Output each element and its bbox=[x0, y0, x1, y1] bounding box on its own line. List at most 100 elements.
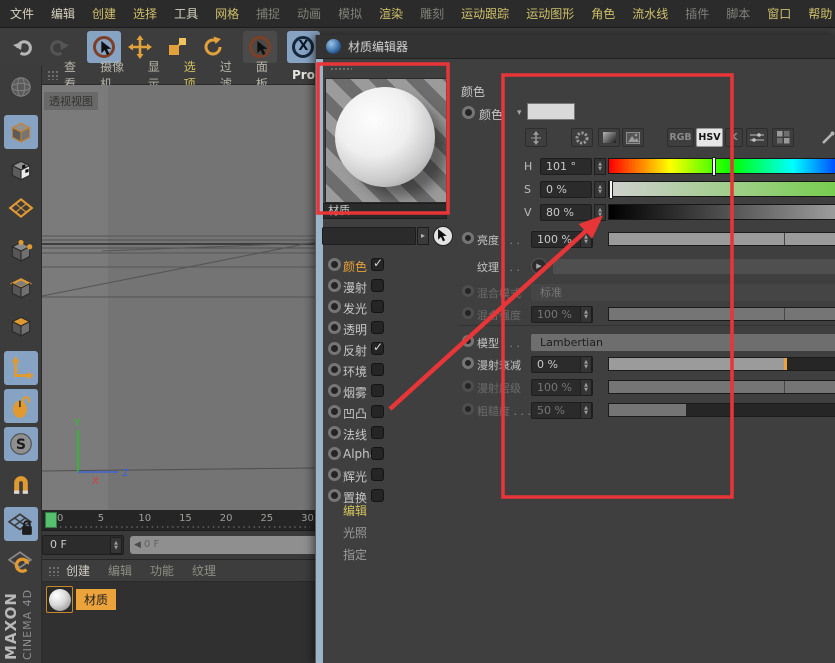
menu-item[interactable]: 帮助 bbox=[808, 5, 832, 22]
grip-handle[interactable] bbox=[330, 63, 352, 71]
channel-checkbox[interactable] bbox=[371, 363, 384, 376]
menu-item[interactable]: 文件 bbox=[10, 5, 34, 22]
channel-label[interactable]: 反射 bbox=[343, 342, 367, 359]
saturation-spinner[interactable]: ▲▼ bbox=[594, 181, 606, 198]
grip-handle[interactable] bbox=[47, 70, 59, 80]
channel-checkbox[interactable] bbox=[371, 384, 384, 397]
grip-handle[interactable] bbox=[48, 566, 60, 576]
menu-item[interactable]: 动画 bbox=[297, 5, 321, 22]
mix-mode-radio[interactable] bbox=[462, 285, 474, 297]
menu-item[interactable]: 脚本 bbox=[726, 5, 750, 22]
channel-label[interactable]: 环境 bbox=[343, 363, 367, 380]
texture-field[interactable] bbox=[553, 259, 835, 274]
material-thumbnail[interactable] bbox=[46, 586, 73, 613]
workplane-lock-button[interactable] bbox=[4, 507, 38, 541]
perspective-viewport[interactable]: Y Z X 透视视图 bbox=[42, 85, 315, 510]
axis-mode-button[interactable] bbox=[4, 351, 38, 385]
snap-button[interactable]: S bbox=[4, 427, 38, 461]
brightness-radio[interactable] bbox=[462, 232, 474, 244]
color-radio[interactable] bbox=[462, 106, 475, 119]
menu-item[interactable]: 雕刻 bbox=[420, 5, 444, 22]
compact-mode-button[interactable] bbox=[525, 128, 547, 147]
menu-item[interactable]: 网格 bbox=[215, 5, 239, 22]
hue-spinner[interactable]: ▲▼ bbox=[594, 158, 606, 175]
viewport-menu-item[interactable]: Pro bbox=[292, 68, 315, 82]
polygons-mode-button[interactable] bbox=[4, 309, 38, 343]
menu-item[interactable]: 运动图形 bbox=[526, 5, 574, 22]
material-name-field[interactable]: 材质 bbox=[323, 203, 447, 219]
preview-type-dropdown[interactable] bbox=[322, 227, 416, 245]
channel-radio[interactable] bbox=[328, 426, 341, 439]
channel-radio[interactable] bbox=[328, 489, 341, 502]
diffuse-level-radio[interactable] bbox=[462, 380, 474, 392]
image-picker-button[interactable] bbox=[622, 128, 644, 147]
channel-radio[interactable] bbox=[328, 363, 341, 376]
channel-checkbox[interactable] bbox=[371, 300, 384, 313]
saturation-slider[interactable] bbox=[608, 181, 835, 197]
k-mode-button[interactable]: K bbox=[725, 128, 743, 147]
material-editor-titlebar[interactable]: 材质编辑器 bbox=[316, 35, 835, 59]
hue-slider[interactable] bbox=[608, 158, 835, 174]
texture-expand-button[interactable]: ▶ bbox=[531, 258, 547, 274]
timeline-ruler[interactable]: 051015202530 bbox=[42, 510, 315, 531]
channel-radio[interactable] bbox=[328, 300, 341, 313]
value-slider[interactable] bbox=[608, 204, 835, 220]
channel-radio[interactable] bbox=[328, 258, 341, 271]
swatches-button[interactable] bbox=[772, 128, 794, 147]
menu-item[interactable]: 角色 bbox=[591, 5, 615, 22]
material-preview[interactable] bbox=[325, 78, 447, 203]
mix-strength-spinner[interactable]: ▲▼ bbox=[580, 306, 592, 323]
view-label[interactable]: 透视视图 bbox=[44, 92, 98, 110]
material-manager-menu-item[interactable]: 纹理 bbox=[192, 562, 216, 579]
color-wheel-button[interactable] bbox=[571, 128, 593, 147]
menu-item[interactable]: 编辑 bbox=[51, 5, 75, 22]
channel-label[interactable]: 漫射 bbox=[343, 279, 367, 296]
channel-checkbox[interactable] bbox=[371, 279, 384, 292]
mix-strength-radio[interactable] bbox=[462, 307, 474, 319]
menu-item[interactable]: 捕捉 bbox=[256, 5, 280, 22]
diffuse-falloff-slider[interactable] bbox=[608, 357, 835, 371]
spectrum-button[interactable] bbox=[598, 128, 620, 147]
material-manager-menu-item[interactable]: 编辑 bbox=[108, 562, 132, 579]
hue-value-field[interactable]: 101 ° bbox=[540, 158, 592, 175]
frame-spinner[interactable]: ▲▼ bbox=[110, 537, 122, 554]
current-frame-field[interactable]: 0 F ▲▼ bbox=[42, 535, 124, 555]
channel-radio[interactable] bbox=[328, 321, 341, 334]
roughness-radio[interactable] bbox=[462, 403, 474, 415]
material-manager-menu-item[interactable]: 创建 bbox=[66, 562, 90, 579]
diffuse-level-slider[interactable] bbox=[608, 380, 835, 394]
channel-checkbox[interactable] bbox=[371, 468, 384, 481]
channel-radio[interactable] bbox=[328, 468, 341, 481]
channel-label[interactable]: 法线 bbox=[343, 426, 367, 443]
texture-mode-button[interactable] bbox=[4, 153, 38, 187]
brightness-spinner[interactable]: ▲▼ bbox=[580, 231, 592, 248]
magnet-tool-button[interactable] bbox=[4, 467, 38, 501]
channel-label[interactable]: 颜色 bbox=[343, 258, 367, 275]
saturation-marker[interactable] bbox=[609, 180, 613, 199]
diffuse-falloff-spinner[interactable]: ▲▼ bbox=[580, 356, 592, 373]
model-mode-button[interactable] bbox=[4, 115, 38, 149]
channel-checkbox[interactable] bbox=[371, 321, 384, 334]
channel-radio[interactable] bbox=[328, 342, 341, 355]
menu-item[interactable]: 流水线 bbox=[632, 5, 668, 22]
viewport-mouse-button[interactable] bbox=[4, 389, 38, 423]
pick-material-button[interactable] bbox=[433, 226, 453, 246]
menu-item[interactable]: 模拟 bbox=[338, 5, 362, 22]
channel-checkbox[interactable] bbox=[371, 405, 384, 418]
channel-checkbox[interactable] bbox=[371, 342, 384, 355]
channel-label[interactable]: 烟雾 bbox=[343, 384, 367, 401]
range-left-arrow[interactable]: ◀ bbox=[134, 536, 141, 554]
rgb-mode-button[interactable]: RGB bbox=[667, 128, 694, 147]
footer-tab[interactable]: 编辑 bbox=[343, 502, 443, 524]
menu-item[interactable]: 插件 bbox=[685, 5, 709, 22]
workplane-button[interactable] bbox=[4, 191, 38, 225]
preview-expand-button[interactable]: ▸ bbox=[417, 227, 429, 245]
channel-label[interactable]: 辉光 bbox=[343, 468, 367, 485]
roughness-slider[interactable] bbox=[608, 403, 835, 417]
menu-item[interactable]: 工具 bbox=[174, 5, 198, 22]
points-mode-button[interactable] bbox=[4, 233, 38, 267]
value-value-field[interactable]: 80 % bbox=[540, 204, 592, 221]
undo-button[interactable] bbox=[6, 31, 39, 63]
hue-marker[interactable] bbox=[712, 157, 716, 176]
menu-item[interactable]: 窗口 bbox=[767, 5, 791, 22]
